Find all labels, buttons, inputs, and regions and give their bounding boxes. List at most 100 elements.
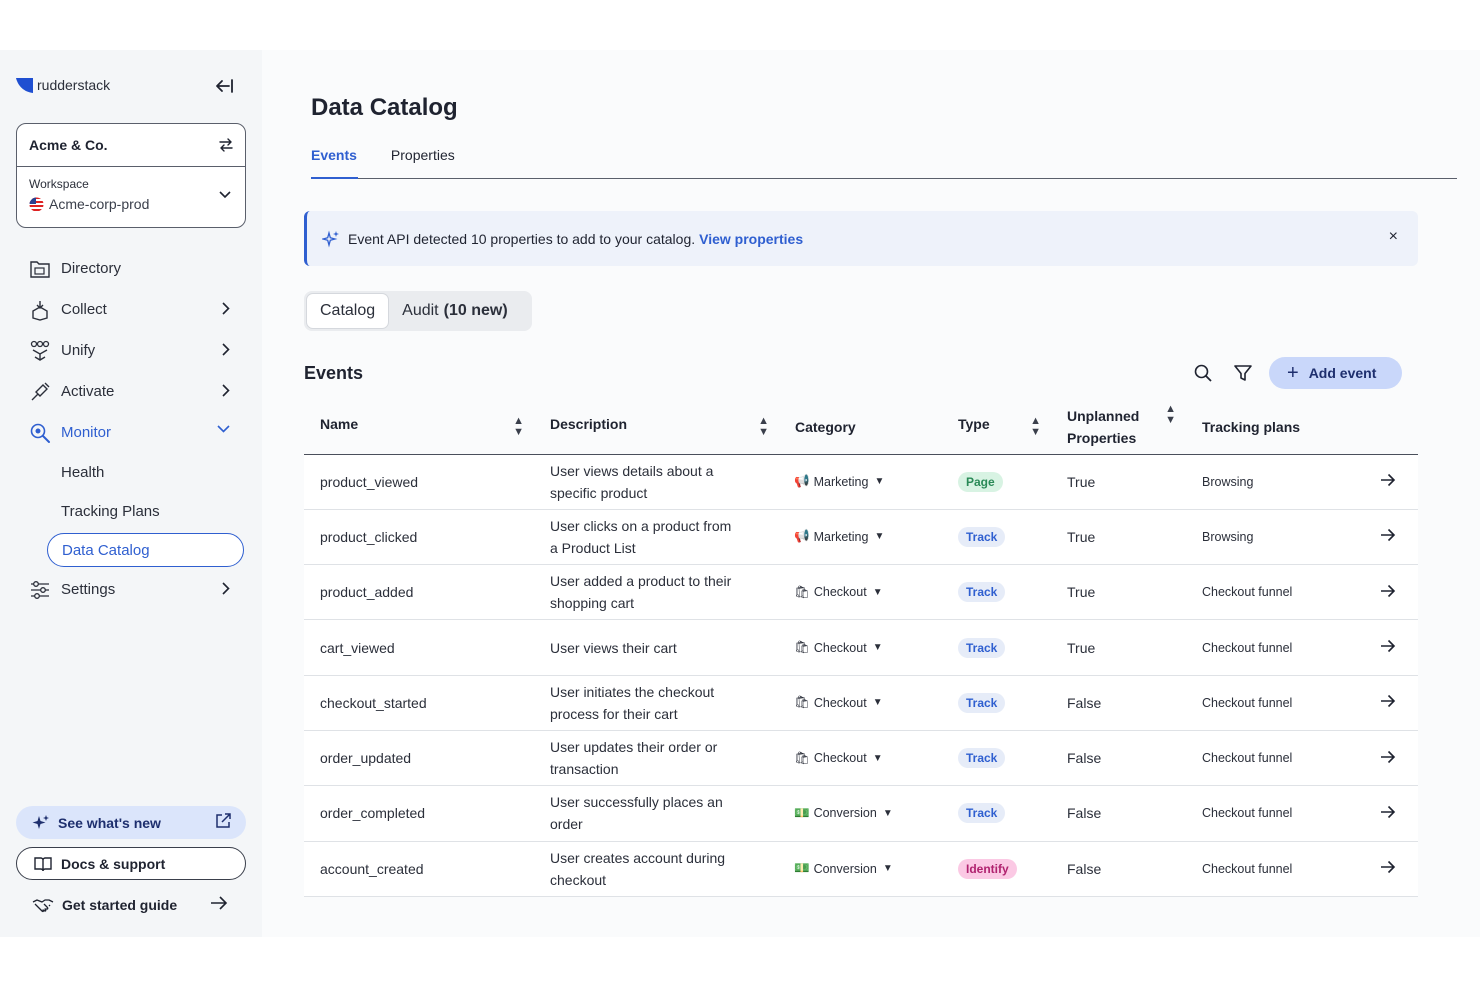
search-icon — [1194, 364, 1212, 382]
tracking-plan: Checkout funnel — [1202, 585, 1293, 600]
get-started-guide-button[interactable]: Get started guide — [16, 888, 246, 921]
arrow-right-icon — [1381, 750, 1396, 763]
close-banner-button[interactable]: × — [1389, 228, 1398, 246]
docs-support-button[interactable]: Docs & support — [16, 847, 246, 880]
sparkle-icon — [32, 814, 50, 832]
type-badge: Track — [958, 526, 1006, 547]
event-name: account_created — [320, 860, 424, 877]
row-open-button[interactable] — [1356, 841, 1418, 896]
event-name: cart_viewed — [320, 639, 395, 656]
event-type: Track — [942, 565, 1051, 620]
filter-button[interactable] — [1230, 360, 1256, 386]
nav-monitor[interactable]: Monitor — [16, 412, 246, 453]
event-category[interactable]: 🛍 Checkout ▼ — [779, 620, 942, 675]
brand[interactable]: rudderstack — [16, 77, 110, 93]
table-row[interactable]: product_viewed User views details about … — [304, 454, 1418, 510]
event-name: product_added — [320, 584, 414, 601]
collect-icon — [28, 298, 52, 322]
event-description: User successfully places an order — [550, 794, 723, 833]
event-category[interactable]: 📢 Marketing ▼ — [779, 454, 942, 509]
category-icon: 🛍 — [794, 640, 810, 655]
events-section-title: Events — [304, 363, 364, 383]
event-category[interactable]: 🛍 Checkout ▼ — [779, 675, 942, 730]
nav-collect[interactable]: Collect — [16, 289, 246, 330]
tracking-plan: Checkout funnel — [1202, 751, 1293, 766]
col-description-header[interactable]: Description ▲ ▼ — [534, 400, 779, 454]
type-badge: Track — [958, 637, 1006, 658]
arrow-right-icon — [210, 896, 228, 913]
col-category-header: Category — [779, 400, 942, 454]
nav-data-catalog[interactable]: Data Catalog — [47, 533, 244, 567]
row-open-button[interactable] — [1356, 786, 1418, 841]
chevron-right-icon — [222, 343, 230, 356]
view-properties-link[interactable]: View properties — [699, 231, 803, 247]
arrow-right-icon — [1381, 529, 1396, 542]
category-label: Conversion — [813, 806, 877, 821]
type-badge: Track — [958, 748, 1006, 769]
event-category[interactable]: 💵 Conversion ▼ — [779, 786, 942, 841]
add-event-button[interactable]: + Add event — [1269, 357, 1402, 389]
nav-directory-label: Directory — [61, 260, 122, 277]
whats-new-button[interactable]: See what's new — [16, 806, 246, 839]
workspace-selector[interactable]: Workspace Acme-corp-prod — [17, 167, 245, 228]
handshake-icon — [32, 897, 54, 913]
search-button[interactable] — [1190, 360, 1216, 386]
audit-toggle-label: Audit — [402, 302, 439, 319]
event-description: User creates account during checkout — [550, 849, 726, 888]
row-open-button[interactable] — [1356, 454, 1418, 509]
category-icon: 📢 — [794, 474, 810, 489]
event-category[interactable]: 📢 Marketing ▼ — [779, 509, 942, 564]
event-category[interactable]: 🛍 Checkout ▼ — [779, 565, 942, 620]
collapse-sidebar-button[interactable] — [214, 76, 236, 96]
nav-activate[interactable]: Activate — [16, 371, 246, 412]
catalog-tabs: Events Properties — [311, 144, 1457, 179]
event-category[interactable]: 💵 Conversion ▼ — [779, 841, 942, 896]
nav-health[interactable]: Health — [16, 453, 246, 492]
tab-properties[interactable]: Properties — [391, 144, 455, 179]
caret-down-icon: ▼ — [874, 531, 885, 543]
caret-down-icon: ▼ — [882, 807, 893, 819]
col-name-header[interactable]: Name ▲ ▼ — [304, 400, 534, 454]
event-category[interactable]: 🛍 Checkout ▼ — [779, 730, 942, 785]
table-row[interactable]: product_added User added a product to th… — [304, 564, 1418, 620]
table-row[interactable]: order_completed User successfully places… — [304, 785, 1418, 842]
nav-directory[interactable]: Directory — [16, 248, 246, 289]
type-badge: Track — [958, 803, 1006, 824]
event-description: User updates their order or transaction — [550, 739, 718, 778]
row-open-button[interactable] — [1356, 730, 1418, 785]
event-type: Track — [942, 786, 1051, 841]
audit-toggle[interactable]: Audit (10 new) — [389, 293, 520, 329]
col-type-header[interactable]: Type ▲ ▼ — [942, 400, 1051, 454]
table-row[interactable]: order_updated User updates their order o… — [304, 730, 1418, 786]
col-unplanned-header[interactable]: ▲ ▼ Unplanned Properties — [1051, 400, 1186, 454]
table-row[interactable]: cart_viewed User views their cart 🛍 Check… — [304, 619, 1418, 676]
swap-icon — [219, 138, 233, 152]
row-open-button[interactable] — [1356, 675, 1418, 730]
nav-tracking-plans[interactable]: Tracking Plans — [16, 492, 246, 531]
tab-events[interactable]: Events — [311, 144, 358, 179]
arrow-right-icon — [1381, 639, 1396, 653]
caret-down-icon: ▼ — [882, 863, 893, 875]
unplanned-properties: False — [1067, 805, 1102, 822]
row-open-button[interactable] — [1356, 565, 1418, 620]
table-row[interactable]: product_clicked User clicks on a product… — [304, 509, 1418, 565]
workspace-label: Workspace — [29, 177, 89, 191]
org-switcher[interactable]: Acme & Co. — [17, 124, 245, 167]
row-open-button[interactable] — [1356, 620, 1418, 675]
rudderstack-logo-icon — [16, 78, 33, 93]
nav-settings[interactable]: Settings — [16, 569, 246, 610]
table-row[interactable]: checkout_started User initiates the chec… — [304, 675, 1418, 731]
unplanned-properties: True — [1067, 473, 1096, 490]
catalog-toggle[interactable]: Catalog — [306, 293, 390, 329]
event-description: User views their cart — [550, 639, 677, 656]
col-category-label: Category — [795, 418, 856, 435]
nav-unify[interactable]: Unify — [16, 330, 246, 371]
table-row[interactable]: account_created User creates account dur… — [304, 841, 1418, 897]
collapse-left-icon — [216, 79, 233, 93]
tracking-plan: Checkout funnel — [1202, 806, 1293, 821]
events-toolbar: + Add event — [1190, 357, 1402, 389]
row-open-button[interactable] — [1356, 509, 1418, 564]
category-label: Marketing — [813, 474, 869, 489]
sparkle-icon — [322, 230, 340, 248]
catalog-audit-toggle: Catalog Audit (10 new) — [304, 291, 532, 331]
